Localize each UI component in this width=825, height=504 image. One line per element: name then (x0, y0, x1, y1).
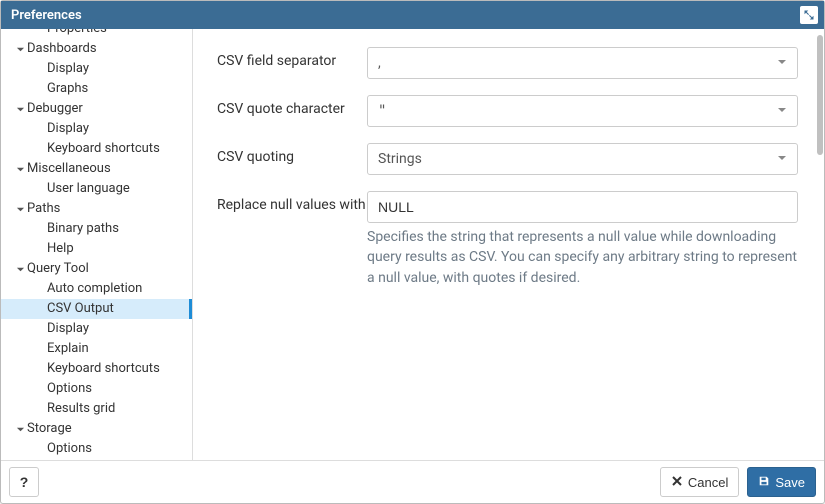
label-csv-field-separator: CSV field separator (217, 47, 367, 69)
chevron-down-icon (13, 165, 27, 174)
sidebar-item-qt-explain[interactable]: Explain (1, 339, 192, 359)
sidebar-item-qt-keyboard-shortcuts[interactable]: Keyboard shortcuts (1, 359, 192, 379)
close-icon (671, 475, 683, 490)
sidebar-item-qt-options[interactable]: Options (1, 379, 192, 399)
sidebar-group-query-tool[interactable]: Query Tool (1, 259, 192, 279)
titlebar: Preferences (1, 1, 824, 29)
sidebar-item-storage-options[interactable]: Options (1, 439, 192, 459)
sidebar-group-debugger[interactable]: Debugger (1, 99, 192, 119)
input-replace-null[interactable] (367, 191, 798, 223)
sidebar-item-qt-csv-output[interactable]: CSV Output (1, 299, 192, 319)
sidebar-item-qt-auto-completion[interactable]: Auto completion (1, 279, 192, 299)
label-csv-quoting: CSV quoting (217, 143, 367, 165)
select-csv-quote-character[interactable]: " (367, 95, 798, 127)
expand-icon[interactable] (800, 6, 818, 24)
sidebar-item-debugger-display[interactable]: Display (1, 119, 192, 139)
sidebar-item-dashboards-display[interactable]: Display (1, 59, 192, 79)
sidebar-item-debugger-keyboard-shortcuts[interactable]: Keyboard shortcuts (1, 139, 192, 159)
sidebar-group-dashboards[interactable]: Dashboards (1, 39, 192, 59)
caret-down-icon (777, 103, 787, 119)
help-button[interactable]: ? (9, 467, 39, 497)
question-icon: ? (20, 474, 29, 490)
sidebar-group-paths[interactable]: Paths (1, 199, 192, 219)
save-icon (758, 475, 770, 490)
sidebar: Properties Dashboards Display Graphs Deb… (1, 29, 193, 460)
footer: ? Cancel Save (1, 460, 824, 503)
chevron-down-icon (13, 425, 27, 434)
chevron-down-icon (13, 45, 27, 54)
label-replace-null: Replace null values with (217, 191, 367, 213)
sidebar-item-misc-user-language[interactable]: User language (1, 179, 192, 199)
select-csv-field-separator[interactable]: , (367, 47, 798, 79)
caret-down-icon (777, 55, 787, 71)
chevron-down-icon (13, 265, 27, 274)
sidebar-item-paths-binary[interactable]: Binary paths (1, 219, 192, 239)
cancel-button[interactable]: Cancel (660, 467, 739, 497)
sidebar-item-qt-display[interactable]: Display (1, 319, 192, 339)
save-button[interactable]: Save (747, 467, 816, 497)
help-text-replace-null: Specifies the string that represents a n… (367, 227, 798, 288)
sidebar-item-qt-results-grid[interactable]: Results grid (1, 399, 192, 419)
scrollbar[interactable] (817, 35, 823, 460)
caret-down-icon (777, 151, 787, 167)
sidebar-group-miscellaneous[interactable]: Miscellaneous (1, 159, 192, 179)
select-csv-quoting[interactable]: Strings (367, 143, 798, 175)
chevron-down-icon (13, 105, 27, 114)
sidebar-group-storage[interactable]: Storage (1, 419, 192, 439)
sidebar-item-paths-help[interactable]: Help (1, 239, 192, 259)
window-title: Preferences (11, 8, 82, 23)
sidebar-item-dashboards-graphs[interactable]: Graphs (1, 79, 192, 99)
content-panel: CSV field separator , CSV quote characte… (193, 29, 824, 460)
sidebar-item-properties[interactable]: Properties (1, 29, 192, 39)
label-csv-quote-character: CSV quote character (217, 95, 367, 117)
chevron-down-icon (13, 205, 27, 214)
